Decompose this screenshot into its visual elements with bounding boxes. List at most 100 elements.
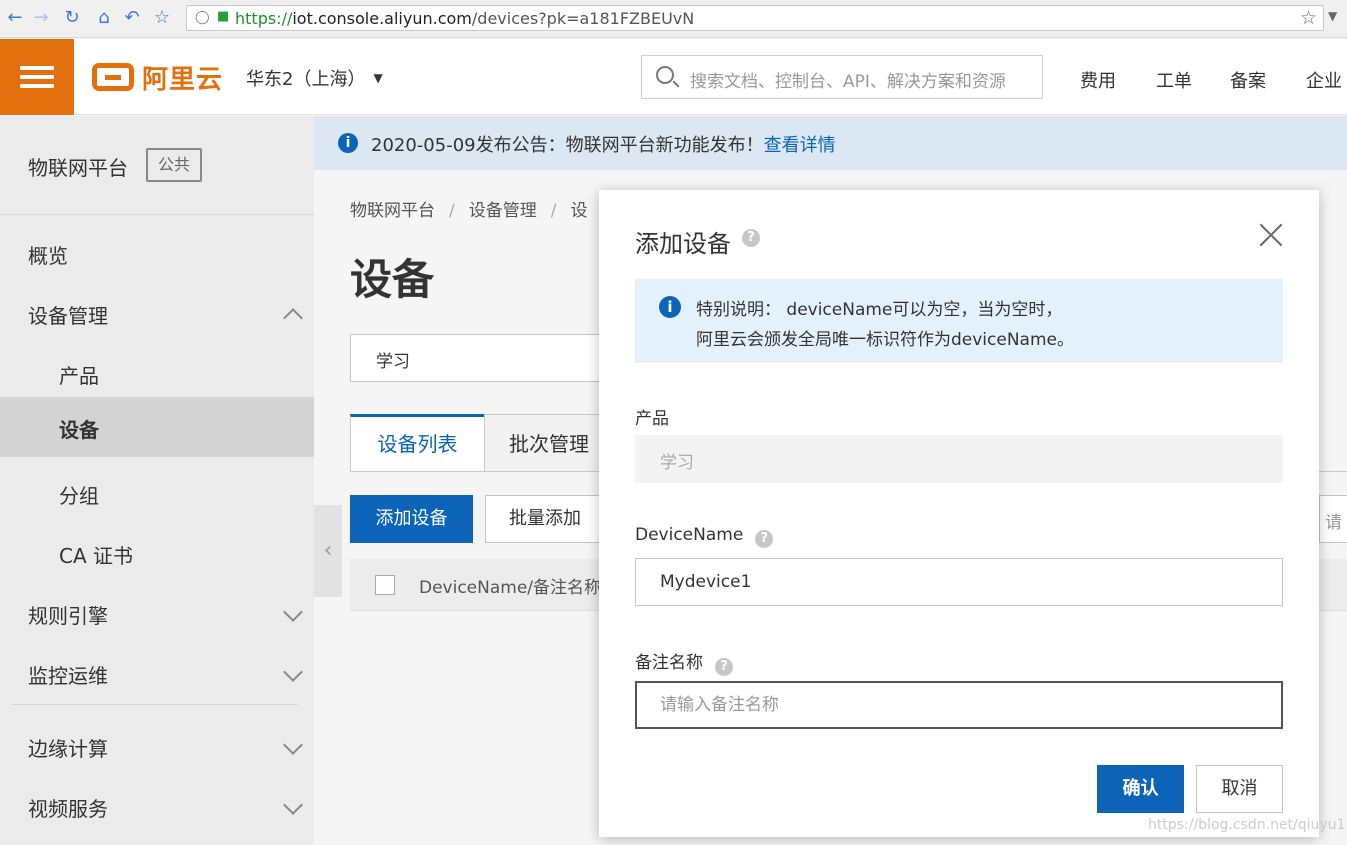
select-all-checkbox[interactable] bbox=[375, 575, 395, 595]
url-text: https://iot.console.aliyun.com/devices?p… bbox=[235, 9, 694, 28]
back-arrow-icon[interactable]: ← bbox=[4, 7, 26, 29]
caret-down-icon: ▼ bbox=[373, 71, 383, 85]
divider bbox=[0, 214, 314, 215]
product-readonly-field: 学习 bbox=[635, 435, 1283, 483]
announcement-details-link[interactable]: 查看详情 bbox=[764, 135, 836, 156]
sidebar-item-label: 设备 bbox=[59, 418, 99, 442]
announcement-text: 2020-05-09发布公告：物联网平台新功能发布！查看详情 bbox=[371, 131, 836, 157]
undo-icon[interactable]: ↶ bbox=[121, 7, 143, 29]
nav-enterprise[interactable]: 企业 bbox=[1306, 67, 1342, 93]
add-device-dialog: 添加设备 ? i 特别说明： deviceName可以为空，当为空时， 阿里云会… bbox=[599, 190, 1319, 837]
nav-filing[interactable]: 备案 bbox=[1230, 67, 1266, 93]
logo-text: 阿里云 bbox=[142, 64, 224, 95]
info-text-line1: 特别说明： deviceName可以为空，当为空时， bbox=[696, 300, 1063, 320]
add-device-button[interactable]: 添加设备 bbox=[350, 495, 473, 543]
menu-bar bbox=[20, 84, 54, 88]
hamburger-menu-button[interactable] bbox=[0, 39, 74, 115]
breadcrumb-item: 设 bbox=[570, 201, 588, 221]
sidebar-badge: 公共 bbox=[146, 148, 202, 182]
help-icon[interactable]: ? bbox=[755, 530, 774, 548]
info-alert: i 特别说明： deviceName可以为空，当为空时， 阿里云会颁发全局唯一标… bbox=[635, 279, 1283, 363]
devicename-label-text: DeviceName bbox=[635, 525, 744, 545]
sidebar-item-devices[interactable]: 设备 bbox=[0, 397, 314, 457]
info-text-line2: 阿里云会颁发全局唯一标识符作为deviceName。 bbox=[696, 330, 1074, 350]
product-label: 产品 bbox=[635, 409, 669, 429]
cancel-button[interactable]: 取消 bbox=[1196, 765, 1283, 813]
favorite-star-icon[interactable]: ☆ bbox=[1300, 7, 1317, 29]
reload-icon[interactable]: ↻ bbox=[61, 7, 83, 29]
url-scheme: https:// bbox=[235, 9, 293, 28]
sidebar-item-groups[interactable]: 分组 bbox=[0, 463, 314, 523]
help-icon[interactable]: ? bbox=[742, 229, 760, 247]
info-icon: i bbox=[659, 296, 681, 318]
divider bbox=[12, 704, 298, 705]
sidebar-item-label: 视频服务 bbox=[28, 797, 108, 821]
sidebar-item-label: 规则引擎 bbox=[28, 604, 108, 628]
devicename-input[interactable] bbox=[635, 558, 1283, 606]
info-icon: i bbox=[338, 133, 358, 153]
chevron-down-icon bbox=[283, 602, 303, 622]
breadcrumb-item[interactable]: 物联网平台 bbox=[350, 201, 435, 221]
devicename-label: DeviceName? bbox=[635, 525, 774, 548]
tab-device-list[interactable]: 设备列表 bbox=[350, 414, 485, 472]
help-icon[interactable]: ? bbox=[715, 658, 733, 676]
sidebar-item-device-management[interactable]: 设备管理 bbox=[0, 283, 314, 343]
sidebar-item-video-service[interactable]: 视频服务 bbox=[0, 776, 314, 836]
menu-bar bbox=[20, 66, 54, 70]
sidebar-item-monitoring[interactable]: 监控运维 bbox=[0, 643, 314, 703]
product-select[interactable]: 学习 bbox=[350, 334, 610, 382]
remark-name-input[interactable] bbox=[635, 681, 1283, 729]
device-search-input[interactable]: 请 bbox=[1319, 495, 1347, 543]
sidebar: 物联网平台 公共 概览 设备管理 产品 设备 分组 CA 证书 规则引擎 监控运… bbox=[0, 116, 314, 845]
chevron-up-icon bbox=[283, 308, 303, 328]
sidebar-item-label: CA 证书 bbox=[59, 544, 134, 568]
sidebar-item-label: 设备管理 bbox=[28, 304, 108, 328]
bookmark-star-icon[interactable]: ☆ bbox=[151, 7, 173, 29]
sidebar-collapse-button[interactable]: ‹ bbox=[314, 505, 342, 597]
console-header: 阿里云 华东2（上海） ▼ 搜索文档、控制台、API、解决方案和资源 费用 工单 … bbox=[0, 39, 1347, 115]
chevron-down-icon bbox=[283, 795, 303, 815]
aliyun-logo[interactable]: 阿里云 bbox=[92, 60, 224, 95]
sidebar-item-overview[interactable]: 概览 bbox=[0, 223, 314, 283]
sidebar-item-ca-certificate[interactable]: CA 证书 bbox=[0, 523, 314, 583]
device-search-placeholder: 请 bbox=[1325, 513, 1342, 533]
sidebar-item-edge-computing[interactable]: 边缘计算 bbox=[0, 716, 314, 776]
forward-arrow-icon[interactable]: → bbox=[30, 7, 52, 29]
chevron-down-icon bbox=[283, 662, 303, 682]
remark-label-text: 备注名称 bbox=[635, 653, 703, 673]
region-selector[interactable]: 华东2（上海） ▼ bbox=[246, 65, 383, 91]
breadcrumb-item[interactable]: 设备管理 bbox=[469, 201, 537, 221]
shield-icon: ◯ bbox=[195, 10, 210, 25]
global-search-box[interactable]: 搜索文档、控制台、API、解决方案和资源 bbox=[641, 55, 1043, 99]
confirm-button[interactable]: 确认 bbox=[1097, 765, 1184, 813]
dropdown-arrow-icon[interactable]: ▼ bbox=[1328, 9, 1337, 23]
batch-add-button[interactable]: 批量添加 bbox=[485, 495, 605, 543]
close-icon[interactable] bbox=[1256, 220, 1286, 250]
address-bar[interactable]: ◯ ■ https://iot.console.aliyun.com/devic… bbox=[186, 5, 1324, 31]
search-placeholder: 搜索文档、控制台、API、解决方案和资源 bbox=[690, 72, 1006, 92]
remark-label: 备注名称? bbox=[635, 648, 733, 676]
browser-toolbar: ← → ↻ ⌂ ↶ ☆ ◯ ■ https://iot.console.aliy… bbox=[0, 0, 1347, 38]
sidebar-item-products[interactable]: 产品 bbox=[0, 343, 314, 403]
sidebar-item-label: 边缘计算 bbox=[28, 737, 108, 761]
breadcrumb-separator: / bbox=[449, 201, 455, 221]
tab-batch-management[interactable]: 批次管理 bbox=[484, 414, 614, 472]
url-host: iot.console.aliyun.com bbox=[292, 9, 472, 28]
page-title: 设备 bbox=[350, 255, 435, 304]
announcement-message: 2020-05-09发布公告：物联网平台新功能发布！ bbox=[371, 135, 764, 156]
nav-billing[interactable]: 费用 bbox=[1080, 67, 1116, 93]
url-path: /devices?pk=a181FZBEUvN bbox=[471, 9, 695, 28]
dialog-title: 添加设备 bbox=[635, 230, 731, 258]
breadcrumb-separator: / bbox=[550, 201, 557, 221]
nav-ticket[interactable]: 工单 bbox=[1156, 67, 1192, 93]
home-icon[interactable]: ⌂ bbox=[93, 7, 115, 29]
sidebar-item-rules-engine[interactable]: 规则引擎 bbox=[0, 583, 314, 643]
aliyun-logo-icon bbox=[92, 63, 134, 91]
announcement-banner: i 2020-05-09发布公告：物联网平台新功能发布！查看详情 bbox=[314, 116, 1347, 170]
lock-icon: ■ bbox=[217, 9, 230, 24]
breadcrumb: 物联网平台 / 设备管理 / 设 bbox=[350, 196, 587, 221]
sidebar-title: 物联网平台 bbox=[28, 156, 128, 180]
sidebar-item-label: 概览 bbox=[28, 244, 68, 268]
sidebar-item-label: 产品 bbox=[59, 364, 99, 388]
sidebar-item-label: 监控运维 bbox=[28, 664, 108, 688]
